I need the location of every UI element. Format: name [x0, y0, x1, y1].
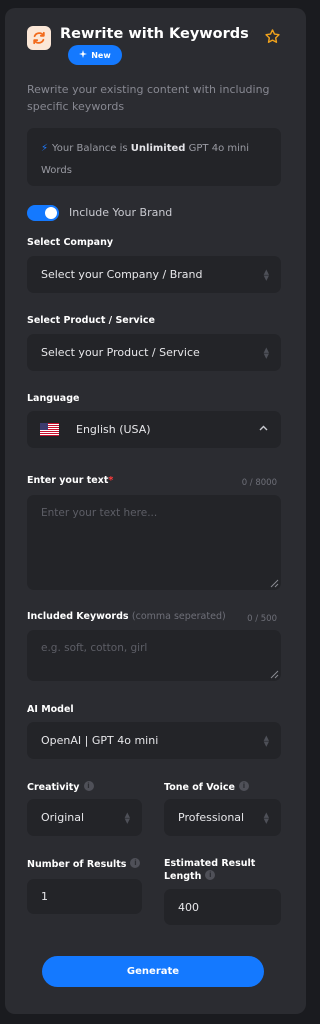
results-label: Number of Results — [27, 858, 141, 870]
page-title: Rewrite with Keywords — [60, 26, 249, 42]
creativity-value: Original — [41, 811, 85, 824]
text-input-label: Enter your text* — [27, 475, 113, 486]
company-label: Select Company — [27, 237, 114, 248]
tone-label-text: Tone of Voice — [164, 782, 235, 793]
toggle-knob — [45, 207, 57, 219]
creativity-select[interactable]: Original ▲ ▼ — [27, 799, 142, 836]
refresh-icon — [27, 26, 51, 50]
include-brand-label: Include Your Brand — [69, 206, 173, 219]
language-label: Language — [27, 393, 80, 404]
updown-chevron-icon: ▲ ▼ — [263, 810, 269, 825]
new-badge: New — [68, 45, 122, 65]
us-flag-icon — [40, 423, 59, 436]
creativity-label: Creativity — [27, 781, 94, 793]
text-counter: 0 / 8000 — [241, 478, 277, 488]
info-icon[interactable] — [238, 781, 249, 791]
info-icon[interactable] — [205, 870, 216, 880]
new-badge-label: New — [91, 50, 111, 60]
company-select-value: Select your Company / Brand — [41, 268, 203, 281]
keywords-placeholder: e.g. soft, cotton, girl — [41, 642, 148, 654]
bolt-icon: ⚡︎ — [41, 143, 49, 154]
product-select[interactable]: Select your Product / Service ▲ ▼ — [27, 334, 281, 371]
balance-model: GPT 4o mini — [188, 143, 250, 154]
info-icon[interactable] — [130, 858, 141, 868]
generate-button[interactable]: Generate — [42, 956, 264, 987]
length-input[interactable]: 400 — [164, 889, 281, 925]
language-value: English (USA) — [76, 423, 151, 436]
balance-card: ⚡︎ Your Balance is Unlimited GPT 4o mini … — [27, 128, 281, 186]
keywords-label-text: Included Keywords — [27, 611, 129, 622]
include-brand-toggle[interactable] — [27, 205, 59, 221]
results-label-text: Number of Results — [27, 859, 127, 870]
language-select[interactable]: English (USA) — [27, 411, 281, 448]
keywords-input-area[interactable]: e.g. soft, cotton, girl — [27, 630, 281, 681]
updown-chevron-icon: ▲ ▼ — [124, 810, 130, 825]
rewrite-tool-panel: Rewrite with Keywords New Rewrite your e… — [5, 8, 306, 1014]
keywords-hint: (comma seperated) — [131, 611, 226, 622]
info-icon[interactable] — [83, 781, 94, 791]
resize-handle-icon[interactable] — [270, 579, 279, 588]
ai-model-select[interactable]: OpenAI | GPT 4o mini ▲ ▼ — [27, 722, 281, 759]
updown-chevron-icon: ▲ ▼ — [263, 267, 269, 282]
length-value: 400 — [178, 900, 199, 914]
results-input[interactable]: 1 — [27, 879, 142, 914]
balance-amount: Unlimited — [130, 143, 186, 154]
balance-prefix: Your Balance is — [52, 143, 128, 154]
length-label-line2: Length — [164, 871, 202, 882]
keywords-label: Included Keywords (comma seperated) — [27, 611, 226, 622]
tone-label: Tone of Voice — [164, 781, 249, 793]
updown-chevron-icon: ▲ ▼ — [263, 733, 269, 748]
tone-select[interactable]: Professional ▲ ▼ — [164, 799, 281, 836]
creativity-label-text: Creativity — [27, 782, 80, 793]
tool-description: Rewrite your existing content with inclu… — [27, 83, 270, 113]
star-outline-icon[interactable] — [264, 28, 281, 45]
keywords-counter: 0 / 500 — [247, 614, 277, 624]
length-label-line1: Estimated Result — [164, 858, 256, 869]
company-select[interactable]: Select your Company / Brand ▲ ▼ — [27, 256, 281, 293]
ai-model-value: OpenAI | GPT 4o mini — [41, 734, 159, 747]
tone-value: Professional — [178, 811, 245, 824]
product-label: Select Product / Service — [27, 315, 155, 326]
resize-handle-icon[interactable] — [270, 670, 279, 679]
required-mark: * — [108, 475, 114, 486]
sparkle-icon — [79, 50, 88, 60]
product-select-value: Select your Product / Service — [41, 346, 200, 359]
chevron-up-icon — [259, 425, 268, 431]
balance-unit: Words — [41, 165, 72, 176]
text-input-area[interactable]: Enter your text here... — [27, 495, 281, 590]
results-value: 1 — [41, 890, 48, 903]
ai-model-label: AI Model — [27, 704, 74, 715]
text-input-label-text: Enter your text — [27, 475, 109, 486]
text-input-placeholder: Enter your text here... — [41, 507, 158, 519]
length-label: Estimated Result Length — [164, 858, 255, 883]
updown-chevron-icon: ▲ ▼ — [263, 345, 269, 360]
